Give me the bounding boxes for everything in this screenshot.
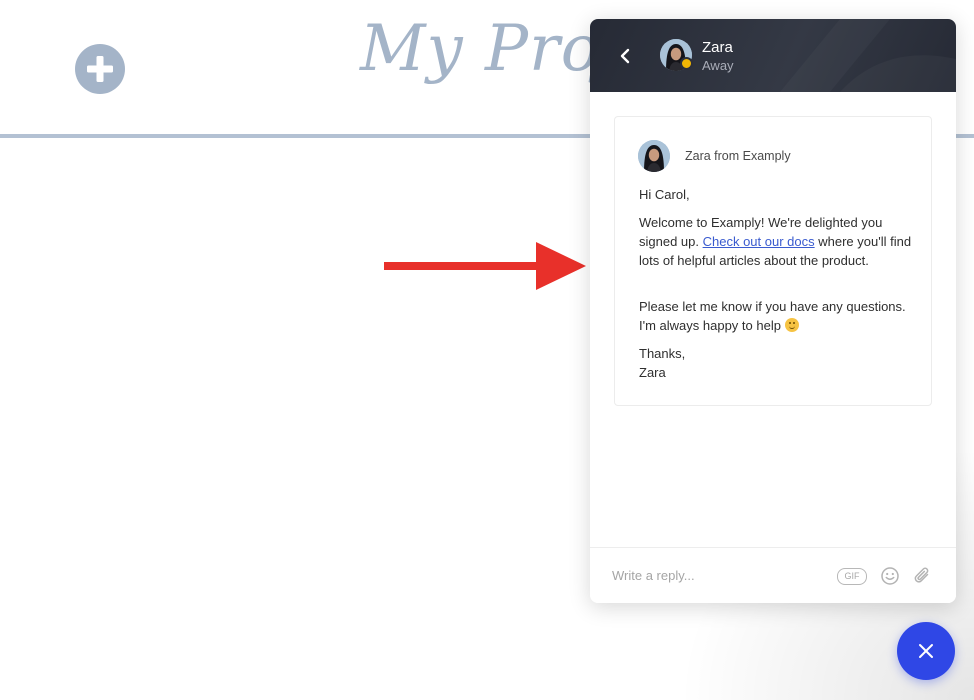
reply-composer: GIF	[590, 547, 956, 603]
plus-circle-icon[interactable]	[75, 44, 125, 94]
smiling-face-icon	[784, 318, 799, 332]
docs-link[interactable]: Check out our docs	[703, 234, 815, 249]
close-icon[interactable]	[897, 622, 955, 680]
chat-widget: Zara Away Zara from Examply Hi Carol, We…	[590, 19, 956, 603]
message-signoff: Thanks,	[639, 346, 686, 361]
message-sender: Zara from Examply	[685, 149, 791, 163]
smiley-icon[interactable]	[880, 566, 900, 586]
arrow-right-icon	[384, 242, 586, 290]
message-paragraph-2: Please let me know if you have any quest…	[639, 297, 919, 335]
message-card: Zara from Examply Hi Carol, Welcome to E…	[614, 116, 932, 406]
agent-avatar	[660, 39, 693, 71]
message-greeting: Hi Carol,	[639, 187, 690, 202]
gif-button[interactable]: GIF	[837, 568, 867, 585]
message-paragraph-1: Welcome to Examply! We're delighted you …	[639, 213, 919, 270]
message-text: Please let me know if you have any quest…	[639, 299, 906, 333]
message-signature: Zara	[639, 365, 666, 380]
header-background-pattern	[590, 19, 956, 92]
agent-status: Away	[702, 58, 734, 73]
chevron-left-icon[interactable]	[612, 43, 638, 69]
page: My Project Zara Away Zara from Examply H…	[0, 0, 974, 700]
status-dot	[680, 57, 693, 70]
paperclip-icon[interactable]	[913, 565, 933, 587]
sender-avatar	[638, 140, 670, 172]
reply-input[interactable]	[612, 564, 827, 586]
chat-header: Zara Away	[590, 19, 956, 92]
agent-name: Zara	[702, 39, 733, 56]
